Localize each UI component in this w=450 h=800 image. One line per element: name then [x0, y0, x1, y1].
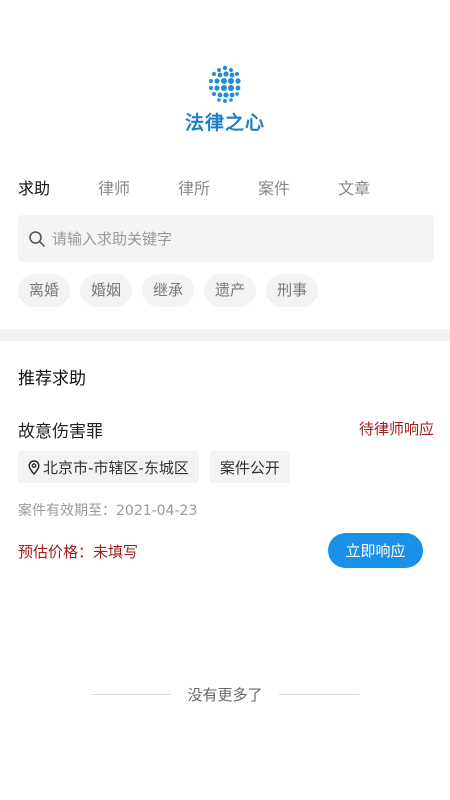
case-status-badge: 待律师响应	[358, 420, 434, 438]
section-divider	[0, 329, 450, 341]
chip-criminal[interactable]: 刑事	[266, 274, 319, 307]
search-bar[interactable]	[18, 215, 434, 262]
app-logo: 法律之心	[0, 62, 450, 135]
category-chips: 离婚 婚姻 继承 遗产 刑事	[18, 274, 328, 307]
location-tag: 北京市-市辖区-东城区	[18, 451, 199, 483]
tab-lawyers[interactable]: 律师	[98, 178, 130, 200]
end-line-left	[91, 694, 172, 695]
chip-estate[interactable]: 遗产	[204, 274, 257, 307]
logo-text: 法律之心	[184, 112, 265, 134]
tab-cases[interactable]: 案件	[258, 178, 290, 200]
category-tabs: 求助 律师 律所 案件 文章	[18, 178, 418, 200]
end-text: 没有更多了	[187, 686, 263, 704]
section-title: 推荐求助	[18, 369, 86, 389]
globe-dots-icon	[209, 65, 241, 103]
respond-button[interactable]: 立即响应	[328, 533, 423, 568]
visibility-tag: 案件公开	[209, 451, 290, 483]
tab-law-firms[interactable]: 律所	[178, 178, 210, 200]
tab-help[interactable]: 求助	[18, 178, 50, 200]
case-title[interactable]: 故意伤害罪	[18, 417, 103, 442]
case-price: 预估价格：未填写	[18, 543, 139, 561]
location-text: 北京市-市辖区-东城区	[43, 458, 189, 477]
case-tags: 北京市-市辖区-东城区 案件公开	[18, 451, 301, 483]
search-icon	[29, 230, 45, 247]
case-validity: 案件有效期至：2021-04-23	[18, 503, 198, 519]
tab-articles[interactable]: 文章	[338, 178, 370, 200]
chip-inheritance[interactable]: 继承	[142, 274, 195, 307]
location-pin-icon	[28, 459, 40, 475]
end-line-right	[278, 694, 359, 695]
list-end-indicator: 没有更多了	[0, 684, 450, 705]
search-input[interactable]	[52, 229, 412, 248]
chip-divorce[interactable]: 离婚	[18, 274, 71, 307]
chip-marriage[interactable]: 婚姻	[80, 274, 133, 307]
